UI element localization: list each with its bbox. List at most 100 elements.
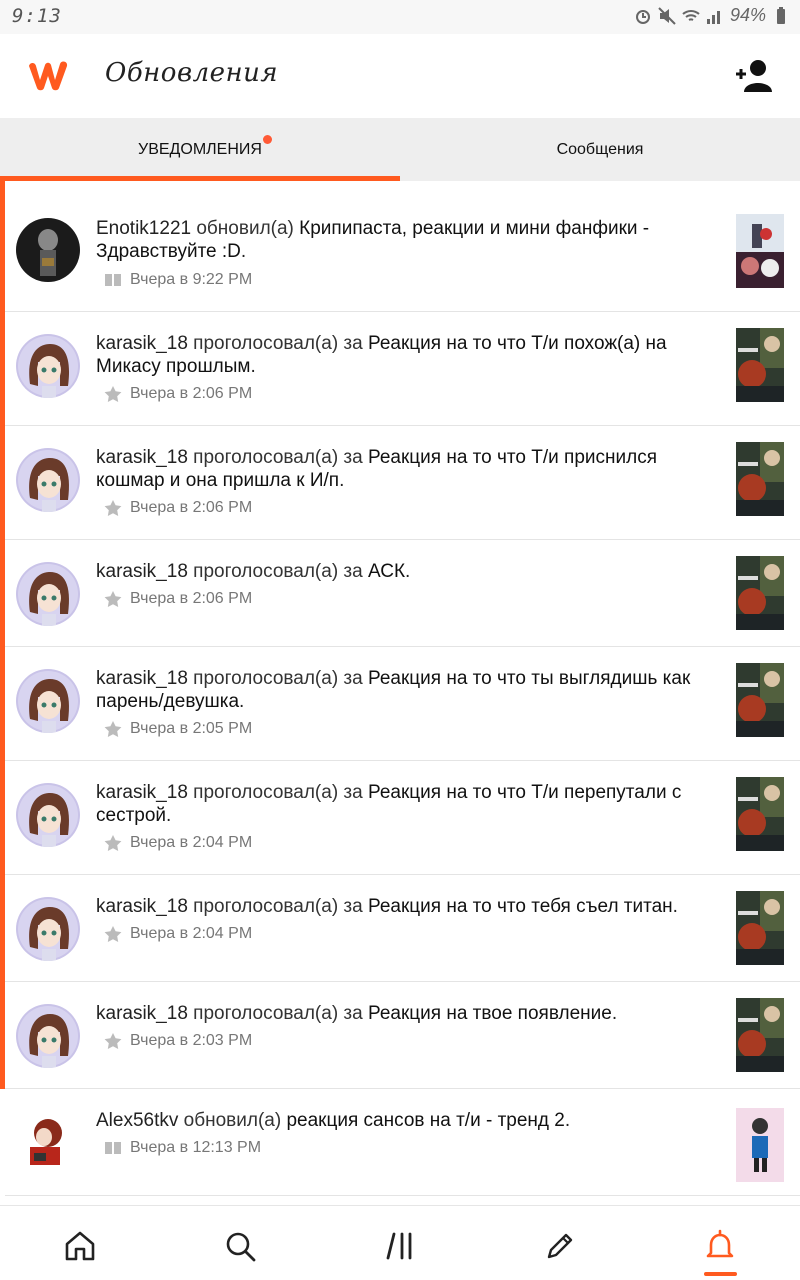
story-cover[interactable] [736,442,784,516]
notification-item[interactable]: karasik_18 проголосовал(а) за Реакция на… [5,875,800,982]
action-text: проголосовал(а) за [187,782,368,803]
wifi-icon [682,9,700,21]
avatar[interactable] [16,562,80,626]
time-label: Вчера в 2:06 PM [130,499,253,516]
unread-dot [262,135,272,144]
search-icon [226,1232,256,1262]
punctuation: . [405,561,411,582]
story-title[interactable]: АСК [368,561,405,582]
book-icon [105,1142,121,1154]
notification-text: karasik_18 проголосовал(а) за Реакция на… [96,667,720,713]
avatar[interactable] [16,783,80,847]
nav-notifications[interactable] [702,1228,738,1264]
avatar[interactable] [16,897,80,961]
pencil-icon [547,1233,573,1259]
story-cover[interactable] [736,998,784,1072]
home-icon [65,1231,95,1261]
timestamp: Вчера в 2:04 PM [104,834,252,852]
star-icon [104,835,122,851]
action-text: проголосовал(а) за [187,447,368,468]
notification-item[interactable]: karasik_18 проголосовал(а) за Реакция на… [5,426,800,540]
story-cover[interactable] [736,663,784,737]
time-label: Вчера в 2:04 PM [130,834,253,851]
username[interactable]: karasik_18 [96,668,188,689]
nav-search[interactable] [222,1228,258,1264]
star-icon [104,721,122,737]
notification-item[interactable]: Alex56tkv обновил(а) реакция сансов на т… [5,1089,800,1196]
username[interactable]: karasik_18 [96,447,188,468]
notification-item[interactable]: karasik_18 проголосовал(а) за Реакция на… [5,982,800,1089]
notification-text: karasik_18 проголосовал(а) за Реакция на… [96,332,720,378]
action-text: обновил(а) [191,218,300,239]
tab-messages-label: Сообщения [556,141,644,158]
book-icon [105,274,121,286]
notification-text: karasik_18 проголосовал(а) за Реакция на… [96,895,720,918]
star-icon [104,386,122,402]
add-friend-icon[interactable] [734,58,774,94]
username[interactable]: karasik_18 [96,896,188,917]
story-cover[interactable] [736,214,784,288]
tab-bar: УВЕДОМЛЕНИЯ Сообщения [0,118,800,182]
story-title[interactable]: Реакция на то что тебя съел титан [368,896,673,917]
punctuation: . [611,1003,618,1024]
notification-item[interactable]: karasik_18 проголосовал(а) за Реакция на… [5,312,800,426]
timestamp: Вчера в 2:06 PM [104,590,252,608]
tab-notifications[interactable]: УВЕДОМЛЕНИЯ [0,118,400,182]
notification-text: karasik_18 проголосовал(а) за Реакция на… [96,1002,720,1025]
username[interactable]: karasik_18 [96,333,188,354]
punctuation: . [672,896,678,917]
action-text: проголосовал(а) за [187,333,368,354]
username[interactable]: Alex56tkv [96,1110,178,1131]
timestamp: Вчера в 2:04 PM [104,925,252,943]
notification-item[interactable]: karasik_18 проголосовал(а) за Реакция на… [5,647,800,761]
notification-item[interactable]: karasik_18 проголосовал(а) за Реакция на… [5,761,800,875]
username[interactable]: karasik_18 [96,782,188,803]
story-cover[interactable] [736,777,784,851]
story-cover[interactable] [736,328,784,402]
username[interactable]: Enotik1221 [96,218,191,239]
timestamp: Вчера в 9:22 PM [104,271,252,289]
story-title[interactable]: реакция сансов на т/и - тренд 2 [286,1110,564,1131]
tab-notifications-label: УВЕДОМЛЕНИЯ [138,135,272,159]
notification-text: karasik_18 проголосовал(а) за Реакция на… [96,446,720,492]
nav-library[interactable] [382,1228,418,1264]
punctuation: . [239,691,245,712]
wattpad-logo-icon[interactable] [26,56,72,94]
avatar[interactable] [16,1004,80,1068]
story-cover[interactable] [736,891,784,965]
bottom-navigation [0,1205,800,1280]
action-text: проголосовал(а) за [187,1003,368,1024]
username[interactable]: karasik_18 [96,1003,188,1024]
status-time: 9:13 [12,5,62,27]
notification-text: Alex56tkv обновил(а) реакция сансов на т… [96,1109,720,1132]
app-header: Обновления [0,34,800,118]
star-icon [104,500,122,516]
time-label: Вчера в 2:04 PM [130,925,253,942]
battery-icon [777,6,785,24]
signal-icon [706,10,720,24]
timestamp: Вчера в 2:06 PM [104,385,252,403]
timestamp: Вчера в 2:03 PM [104,1032,252,1050]
notification-item[interactable]: Enotik1221 обновил(а) Крипипаста, реакци… [5,181,800,312]
mute-icon [658,6,676,25]
nav-write[interactable] [542,1228,578,1264]
active-nav-indicator [704,1272,737,1276]
action-text: проголосовал(а) за [187,668,368,689]
punctuation: . [564,1110,571,1131]
story-cover[interactable] [736,1108,784,1182]
tab-messages[interactable]: Сообщения [400,118,800,182]
notification-item[interactable]: karasik_18 проголосовал(а) за АСК. Вчера… [5,540,800,647]
avatar[interactable] [16,448,80,512]
star-icon [104,591,122,607]
avatar[interactable] [16,218,80,282]
username[interactable]: karasik_18 [96,561,188,582]
avatar[interactable] [16,669,80,733]
story-title[interactable]: Реакция на твое появление [368,1003,612,1024]
story-cover[interactable] [736,556,784,630]
time-label: Вчера в 9:22 PM [130,271,253,288]
time-label: Вчера в 2:06 PM [130,385,253,402]
punctuation: . [250,356,256,377]
nav-home[interactable] [62,1228,98,1264]
avatar[interactable] [16,334,80,398]
avatar[interactable] [16,1109,80,1173]
